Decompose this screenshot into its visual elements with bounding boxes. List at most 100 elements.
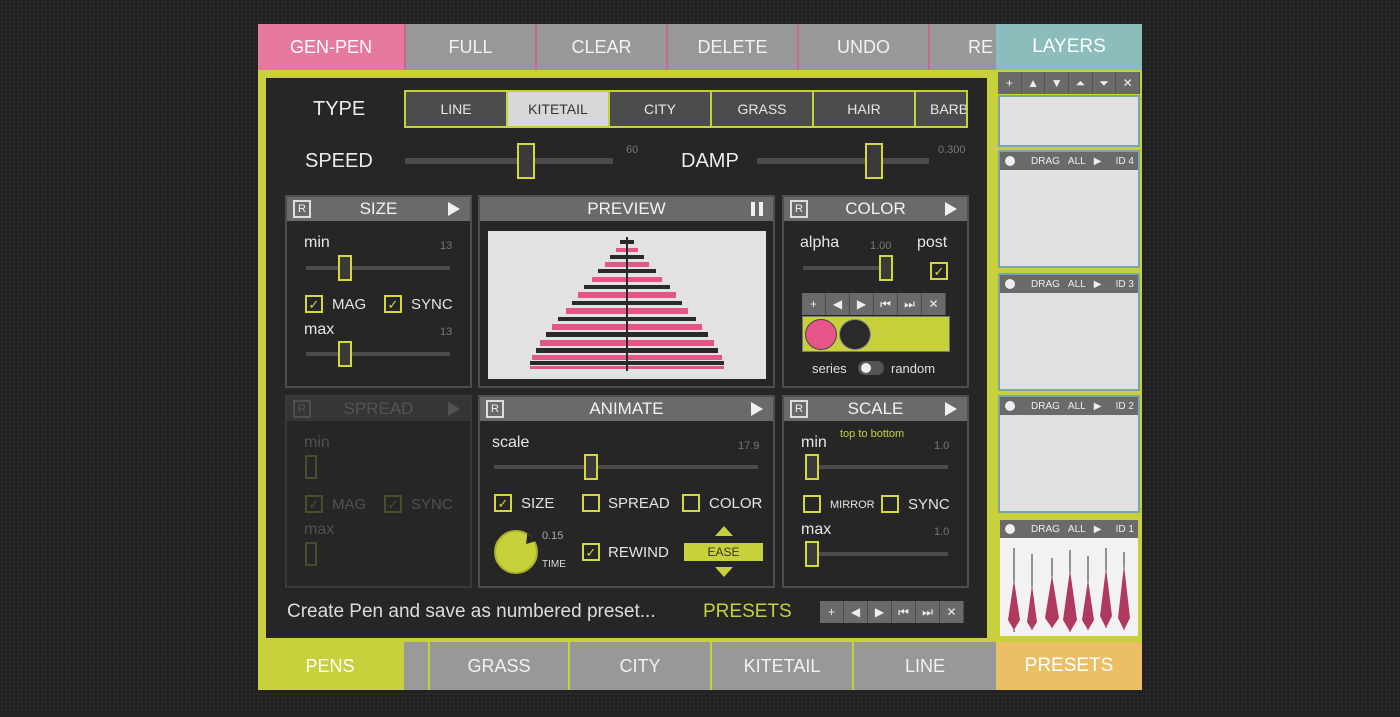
prev-color-button[interactable]: ◀ (826, 293, 850, 315)
sync-checkbox[interactable]: ✓ (384, 295, 402, 313)
layer-drag-button[interactable]: DRAG (1031, 279, 1060, 290)
layer-all-button[interactable]: ALL (1068, 156, 1086, 167)
scale-reset-button[interactable]: R (790, 400, 808, 418)
next-preset-button[interactable]: ▶ (868, 601, 892, 623)
color-swatch-pink[interactable] (805, 319, 837, 350)
color-swatch-dark[interactable] (839, 319, 871, 350)
last-preset-button[interactable]: ⏭ (916, 601, 940, 623)
tab-grass[interactable]: GRASS (712, 92, 814, 126)
anim-spread-checkbox[interactable] (582, 494, 600, 512)
alpha-slider-thumb[interactable] (879, 255, 893, 281)
undo-button[interactable]: UNDO (799, 24, 930, 70)
scale-slider-thumb[interactable] (584, 454, 598, 480)
layer-down-button[interactable]: ▼ (1045, 72, 1070, 94)
layer-play-icon[interactable]: ▶ (1094, 279, 1102, 290)
anim-size-checkbox[interactable]: ✓ (494, 494, 512, 512)
scale-max-slider-thumb[interactable] (805, 541, 819, 567)
tab-kitetail[interactable]: KITETAIL (508, 92, 610, 126)
scale-sync-checkbox[interactable] (881, 495, 899, 513)
layer-all-button[interactable]: ALL (1068, 401, 1086, 412)
add-color-button[interactable]: + (802, 293, 826, 315)
full-button[interactable]: FULL (406, 24, 537, 70)
layer-bottom-button[interactable]: ⏷ (1093, 72, 1117, 94)
layer-all-button[interactable]: ALL (1068, 524, 1086, 535)
layer-up-button[interactable]: ▲ (1022, 72, 1046, 94)
next-color-button[interactable]: ▶ (850, 293, 874, 315)
post-checkbox[interactable]: ✓ (930, 262, 948, 280)
animate-reset-button[interactable]: R (486, 400, 504, 418)
layer-play-icon[interactable]: ▶ (1094, 401, 1102, 412)
spread-mag-checkbox[interactable]: ✓ (305, 495, 323, 513)
scale-min-slider-track[interactable] (806, 465, 948, 469)
layer-id-3[interactable]: DRAG ALL ▶ ID 3 (998, 273, 1140, 391)
top-to-bottom-hint[interactable]: top to bottom (840, 428, 904, 440)
layer-visibility-icon[interactable] (1005, 279, 1015, 289)
ease-down-icon[interactable] (715, 567, 733, 577)
size-max-slider-thumb[interactable] (338, 341, 352, 367)
layer-visibility-icon[interactable] (1005, 524, 1015, 534)
size-reset-button[interactable]: R (293, 200, 311, 218)
speed-slider-track[interactable] (405, 158, 613, 164)
layer-play-icon[interactable]: ▶ (1094, 156, 1102, 167)
pause-icon[interactable] (751, 202, 763, 216)
clear-button[interactable]: CLEAR (537, 24, 668, 70)
tab-hair[interactable]: HAIR (814, 92, 916, 126)
rewind-checkbox[interactable]: ✓ (582, 543, 600, 561)
preset-grass-button[interactable]: GRASS (428, 642, 570, 690)
layer-id-4[interactable]: DRAG ALL ▶ ID 4 (998, 150, 1140, 268)
speed-slider-thumb[interactable] (517, 143, 535, 179)
damp-slider-track[interactable] (757, 158, 929, 164)
add-preset-button[interactable]: + (820, 601, 844, 623)
tab-city[interactable]: CITY (610, 92, 712, 126)
layer-drag-button[interactable]: DRAG (1031, 524, 1060, 535)
layer-drag-button[interactable]: DRAG (1031, 401, 1060, 412)
layer-drag-button[interactable]: DRAG (1031, 156, 1060, 167)
layer-top-button[interactable]: ⏶ (1069, 72, 1093, 94)
ease-up-icon[interactable] (715, 526, 733, 536)
play-icon[interactable] (945, 202, 957, 216)
layer-play-icon[interactable]: ▶ (1094, 524, 1102, 535)
presets-tab[interactable]: PRESETS (996, 642, 1142, 690)
layer-all-button[interactable]: ALL (1068, 279, 1086, 290)
spread-max-slider-thumb[interactable] (305, 542, 317, 566)
time-knob[interactable] (494, 530, 538, 574)
first-color-button[interactable]: ⏮ (874, 293, 898, 315)
layer-visibility-icon[interactable] (1005, 401, 1015, 411)
preset-line-button[interactable]: LINE (854, 642, 996, 690)
redo-button[interactable]: RE (930, 24, 996, 70)
spread-sync-checkbox[interactable]: ✓ (384, 495, 402, 513)
first-preset-button[interactable]: ⏮ (892, 601, 916, 623)
layer-id-2[interactable]: DRAG ALL ▶ ID 2 (998, 395, 1140, 513)
delete-color-button[interactable]: ✕ (922, 293, 946, 315)
preset-kitetail-button[interactable]: KITETAIL (712, 642, 854, 690)
delete-preset-button[interactable]: ✕ (940, 601, 964, 623)
mag-checkbox[interactable]: ✓ (305, 295, 323, 313)
anim-color-checkbox[interactable] (682, 494, 700, 512)
spread-reset-button[interactable]: R (293, 400, 311, 418)
prev-preset-button[interactable]: ◀ (844, 601, 868, 623)
layer-id-1[interactable]: DRAG ALL ▶ ID 1 (998, 518, 1140, 638)
scale-min-slider-thumb[interactable] (805, 454, 819, 480)
add-layer-button[interactable]: + (998, 72, 1022, 94)
layer-empty-top[interactable] (998, 95, 1140, 147)
size-min-slider-thumb[interactable] (338, 255, 352, 281)
pens-tab[interactable]: PENS (258, 642, 404, 690)
play-icon[interactable] (945, 402, 957, 416)
preset-city-button[interactable]: CITY (570, 642, 712, 690)
presets-link[interactable]: PRESETS (703, 601, 792, 623)
size-min-slider-track[interactable] (306, 266, 450, 270)
delete-button[interactable]: DELETE (668, 24, 799, 70)
ease-button[interactable]: EASE (684, 543, 763, 561)
last-color-button[interactable]: ⏭ (898, 293, 922, 315)
play-icon[interactable] (448, 202, 460, 216)
tab-line[interactable]: LINE (406, 92, 508, 126)
scale-slider-track[interactable] (494, 465, 758, 469)
damp-slider-thumb[interactable] (865, 143, 883, 179)
color-reset-button[interactable]: R (790, 200, 808, 218)
spread-min-slider-thumb[interactable] (305, 455, 317, 479)
tab-barb[interactable]: BARB (916, 92, 966, 126)
play-icon[interactable] (751, 402, 763, 416)
layer-visibility-icon[interactable] (1005, 156, 1015, 166)
series-random-toggle[interactable] (858, 361, 884, 375)
mirror-checkbox[interactable] (803, 495, 821, 513)
